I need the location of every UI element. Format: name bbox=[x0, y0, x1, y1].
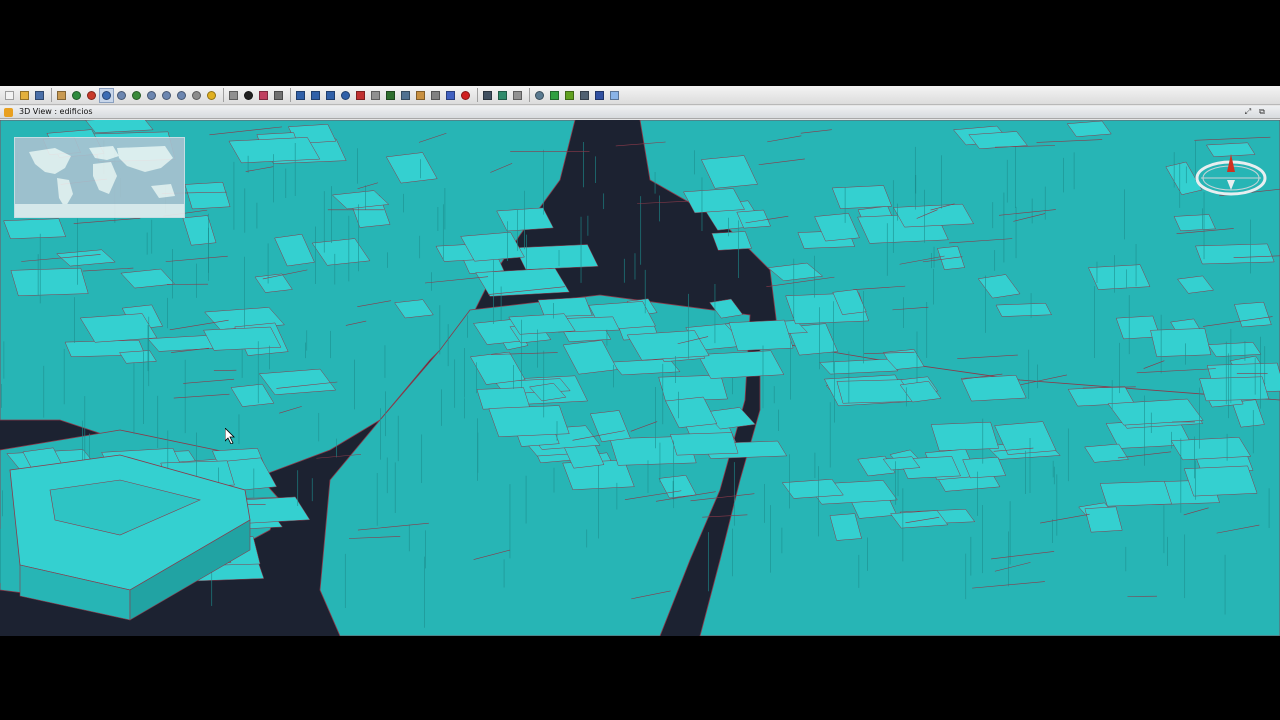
stop-icon bbox=[461, 90, 470, 100]
select-button[interactable] bbox=[294, 89, 307, 102]
zoom-extent-icon bbox=[72, 90, 81, 100]
invert-selection-icon bbox=[431, 90, 440, 100]
zoom-in-icon bbox=[117, 90, 126, 100]
edit-icon bbox=[513, 90, 522, 100]
globe-button[interactable] bbox=[533, 89, 546, 102]
main-toolbar bbox=[0, 86, 1280, 105]
table-icon bbox=[259, 90, 268, 100]
compass-icon[interactable] bbox=[1193, 150, 1269, 202]
refresh-icon bbox=[192, 90, 201, 100]
camera-icon bbox=[580, 90, 589, 100]
table-button[interactable] bbox=[257, 89, 270, 102]
pan-button[interactable] bbox=[55, 89, 68, 102]
zoom-next-button[interactable] bbox=[175, 89, 188, 102]
measure-button[interactable] bbox=[227, 89, 240, 102]
select-point-icon bbox=[371, 90, 380, 100]
select-icon bbox=[296, 90, 305, 100]
select-point-button[interactable] bbox=[369, 89, 382, 102]
select-all-icon bbox=[386, 90, 395, 100]
monitor-icon bbox=[595, 90, 604, 100]
terrain-button[interactable] bbox=[548, 89, 561, 102]
new-icon bbox=[5, 90, 14, 100]
toolbar-separator bbox=[51, 88, 52, 102]
mouse-cursor-icon bbox=[225, 428, 235, 444]
refresh-button[interactable] bbox=[190, 89, 203, 102]
camera-button[interactable] bbox=[578, 89, 591, 102]
tools-icon bbox=[483, 90, 492, 100]
clear-selection-icon bbox=[416, 90, 425, 100]
save-button[interactable] bbox=[33, 89, 46, 102]
city-buildings-scene bbox=[0, 120, 1280, 636]
print-button[interactable] bbox=[272, 89, 285, 102]
world-overview-map[interactable] bbox=[14, 137, 185, 218]
close-window-button[interactable]: ⧉ bbox=[1257, 107, 1267, 117]
select-circle-button[interactable] bbox=[339, 89, 352, 102]
zoom-previous-button[interactable] bbox=[160, 89, 173, 102]
print-icon bbox=[274, 90, 283, 100]
monitor-button[interactable] bbox=[593, 89, 606, 102]
zoom-next-icon bbox=[177, 90, 186, 100]
select-all-button[interactable] bbox=[384, 89, 397, 102]
layers-icon bbox=[498, 90, 507, 100]
select-rect-icon bbox=[311, 90, 320, 100]
locator-button[interactable] bbox=[205, 89, 218, 102]
new-button[interactable] bbox=[3, 89, 16, 102]
zoom-window-icon bbox=[102, 90, 111, 100]
pan-icon bbox=[57, 90, 66, 100]
view-titlebar: 3D View : edificios ⤢ ⧉ bbox=[0, 106, 1280, 119]
globe-view-button[interactable] bbox=[130, 89, 143, 102]
toolbar-separator bbox=[223, 88, 224, 102]
select-buffer-icon bbox=[401, 90, 410, 100]
globe-view-icon bbox=[132, 90, 141, 100]
zoom-previous-icon bbox=[162, 90, 171, 100]
tree-icon bbox=[565, 90, 574, 100]
zoom-select-icon bbox=[87, 90, 96, 100]
select-by-layer-button[interactable] bbox=[354, 89, 367, 102]
toolbar-separator bbox=[529, 88, 530, 102]
zoom-window-button[interactable] bbox=[99, 87, 114, 103]
view-window-icon bbox=[4, 108, 13, 117]
layers-button[interactable] bbox=[496, 89, 509, 102]
zoom-in-button[interactable] bbox=[115, 89, 128, 102]
3d-viewport[interactable] bbox=[0, 120, 1280, 636]
filter-button[interactable] bbox=[444, 89, 457, 102]
toolbar-separator bbox=[290, 88, 291, 102]
select-buffer-button[interactable] bbox=[399, 89, 412, 102]
stop-button[interactable] bbox=[459, 89, 472, 102]
open-icon bbox=[20, 90, 29, 100]
world-map-icon bbox=[15, 138, 184, 217]
panel-button[interactable] bbox=[608, 89, 621, 102]
panel-icon bbox=[610, 90, 619, 100]
select-polygon-icon bbox=[326, 90, 335, 100]
edit-button[interactable] bbox=[511, 89, 524, 102]
application-window: 3D View : edificios ⤢ ⧉ bbox=[0, 86, 1280, 636]
terrain-icon bbox=[550, 90, 559, 100]
invert-selection-button[interactable] bbox=[429, 89, 442, 102]
info-icon bbox=[244, 90, 253, 100]
select-circle-icon bbox=[341, 90, 350, 100]
zoom-extent-button[interactable] bbox=[70, 89, 83, 102]
select-by-layer-icon bbox=[356, 90, 365, 100]
toolbar-separator bbox=[477, 88, 478, 102]
zoom-out-button[interactable] bbox=[145, 89, 158, 102]
measure-icon bbox=[229, 90, 238, 100]
clear-selection-button[interactable] bbox=[414, 89, 427, 102]
open-button[interactable] bbox=[18, 89, 31, 102]
zoom-out-icon bbox=[147, 90, 156, 100]
filter-icon bbox=[446, 90, 455, 100]
tools-button[interactable] bbox=[481, 89, 494, 102]
select-polygon-button[interactable] bbox=[324, 89, 337, 102]
zoom-select-button[interactable] bbox=[85, 89, 98, 102]
save-icon bbox=[35, 90, 44, 100]
locator-icon bbox=[207, 90, 216, 100]
restore-window-button[interactable]: ⤢ bbox=[1243, 107, 1253, 117]
info-button[interactable] bbox=[242, 89, 255, 102]
select-rect-button[interactable] bbox=[309, 89, 322, 102]
view-title: 3D View : edificios bbox=[19, 107, 93, 116]
tree-button[interactable] bbox=[563, 89, 576, 102]
globe-icon bbox=[535, 90, 544, 100]
